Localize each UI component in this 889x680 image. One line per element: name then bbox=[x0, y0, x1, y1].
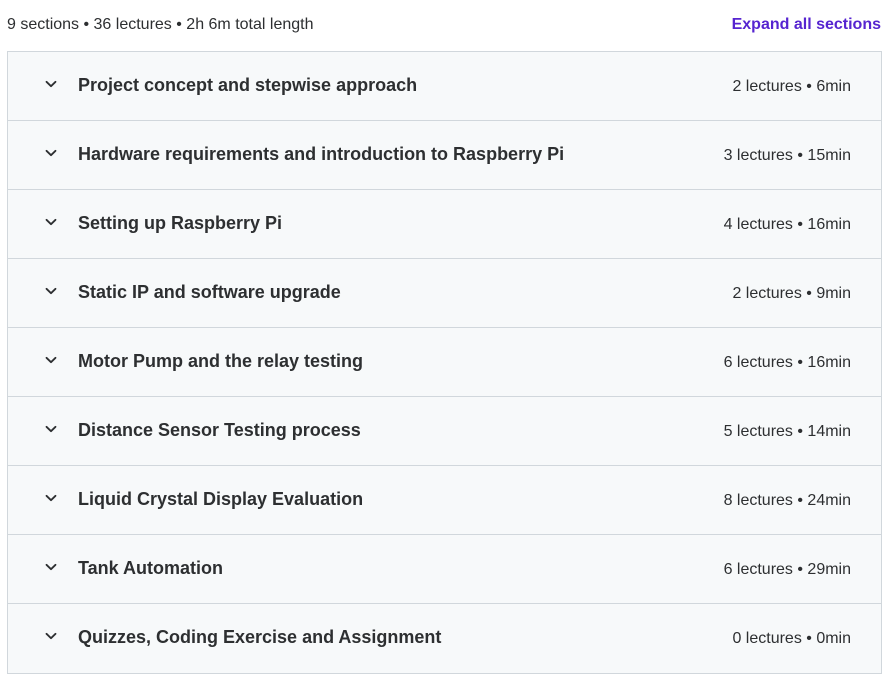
section-title: Distance Sensor Testing process bbox=[78, 420, 361, 440]
section-meta: 0 lectures • 0min bbox=[732, 630, 851, 647]
section-title: Static IP and software upgrade bbox=[78, 282, 341, 302]
chevron-down-icon bbox=[44, 284, 58, 298]
section-meta: 8 lectures • 24min bbox=[723, 492, 851, 509]
section-panel[interactable]: Hardware requirements and introduction t… bbox=[8, 121, 881, 190]
section-panel[interactable]: Liquid Crystal Display Evaluation 8 lect… bbox=[8, 466, 881, 535]
section-panel[interactable]: Quizzes, Coding Exercise and Assignment … bbox=[8, 604, 881, 674]
section-meta: 2 lectures • 9min bbox=[732, 285, 851, 302]
section-title: Setting up Raspberry Pi bbox=[78, 213, 283, 233]
chevron-down-icon bbox=[44, 215, 58, 229]
section-meta: 6 lectures • 29min bbox=[723, 561, 851, 578]
section-panel[interactable]: Setting up Raspberry Pi 4 lectures • 16m… bbox=[8, 190, 881, 259]
chevron-down-icon bbox=[44, 560, 58, 574]
section-meta: 3 lectures • 15min bbox=[723, 147, 851, 164]
curriculum-header: 9 sections • 36 lectures • 2h 6m total l… bbox=[0, 0, 889, 52]
section-meta: 2 lectures • 6min bbox=[732, 78, 851, 95]
chevron-down-icon bbox=[44, 353, 58, 367]
section-panel[interactable]: Static IP and software upgrade 2 lecture… bbox=[8, 259, 881, 328]
section-title: Quizzes, Coding Exercise and Assignment bbox=[78, 627, 442, 647]
chevron-down-icon bbox=[44, 77, 58, 91]
section-panel[interactable]: Tank Automation 6 lectures • 29min bbox=[8, 535, 881, 604]
chevron-down-icon bbox=[44, 422, 58, 436]
section-panel[interactable]: Motor Pump and the relay testing 6 lectu… bbox=[8, 328, 881, 397]
section-list: Project concept and stepwise approach 2 … bbox=[7, 51, 882, 674]
chevron-down-icon bbox=[44, 146, 58, 160]
chevron-down-icon bbox=[44, 629, 58, 643]
section-panel[interactable]: Project concept and stepwise approach 2 … bbox=[8, 52, 881, 121]
section-title: Liquid Crystal Display Evaluation bbox=[78, 489, 364, 509]
section-meta: 5 lectures • 14min bbox=[723, 423, 851, 440]
section-title: Project concept and stepwise approach bbox=[78, 75, 418, 95]
section-meta: 4 lectures • 16min bbox=[723, 216, 851, 233]
section-meta: 6 lectures • 16min bbox=[723, 354, 851, 371]
chevron-down-icon bbox=[44, 491, 58, 505]
expand-all-sections-button[interactable]: Expand all sections bbox=[732, 16, 881, 34]
section-title: Tank Automation bbox=[78, 558, 223, 578]
section-title: Motor Pump and the relay testing bbox=[78, 351, 364, 371]
section-title: Hardware requirements and introduction t… bbox=[78, 144, 565, 164]
section-panel[interactable]: Distance Sensor Testing process 5 lectur… bbox=[8, 397, 881, 466]
curriculum-summary: 9 sections • 36 lectures • 2h 6m total l… bbox=[7, 16, 314, 33]
